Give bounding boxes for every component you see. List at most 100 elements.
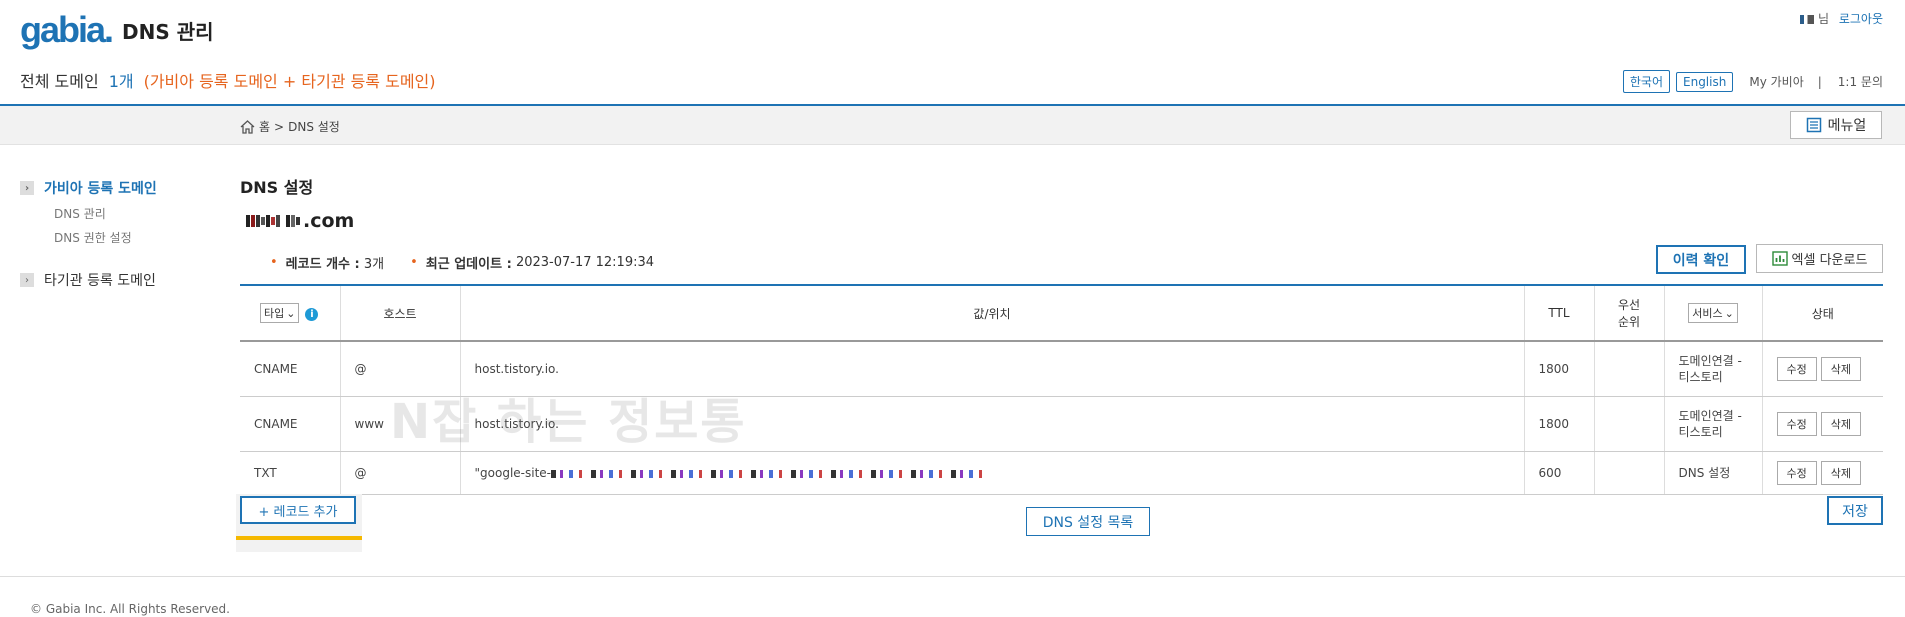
service-filter-select[interactable]: 서비스 ⌄ bbox=[1688, 303, 1738, 323]
cell-status: 수정 삭제 bbox=[1761, 396, 1883, 452]
cell-service: 도메인연결 - 티스토리 bbox=[1663, 396, 1762, 452]
record-count-label: 레코드 개수 : bbox=[285, 257, 360, 272]
cell-ttl: 1800 bbox=[1523, 396, 1594, 452]
cell-type: CNAME bbox=[240, 396, 340, 452]
link-divider: | bbox=[1817, 74, 1822, 89]
service-line1: 도메인연결 - bbox=[1678, 409, 1742, 423]
record-meta: • 레코드 개수 : 3개 • 최근 업데이트 : 2023-07-17 12:… bbox=[270, 253, 654, 272]
delete-button[interactable]: 삭제 bbox=[1820, 412, 1861, 436]
excel-download-button[interactable]: 엑셀 다운로드 bbox=[1756, 244, 1883, 273]
highlight-underline bbox=[236, 536, 362, 540]
txt-value-prefix: "google-site- bbox=[474, 466, 552, 480]
header-value: 값/위치 bbox=[459, 284, 1524, 342]
service-line1: 도메인연결 - bbox=[1678, 354, 1742, 368]
breadcrumb: 홈 > DNS 설정 bbox=[240, 118, 340, 135]
redacted-value bbox=[551, 469, 991, 478]
user-area: 님 로그아웃 bbox=[1800, 10, 1883, 27]
chevron-right-icon: › bbox=[20, 273, 34, 287]
cell-service: DNS 설정 bbox=[1663, 451, 1762, 495]
dns-list-button[interactable]: DNS 설정 목록 bbox=[1026, 507, 1150, 536]
last-update-label: 최근 업데이트 : bbox=[425, 257, 512, 272]
edit-button[interactable]: 수정 bbox=[1776, 461, 1817, 485]
add-record-button[interactable]: + 레코드 추가 bbox=[240, 496, 356, 524]
breadcrumb-current: DNS 설정 bbox=[288, 120, 340, 134]
header-priority: 우선순위 bbox=[1593, 284, 1664, 342]
chevron-down-icon: ⌄ bbox=[1724, 306, 1734, 320]
cell-status: 수정 삭제 bbox=[1761, 341, 1883, 397]
table-row[interactable]: TXT @ "google-site- 600 DNS 설정 수정 삭제 bbox=[240, 451, 1883, 495]
type-filter-label: 타입 bbox=[264, 307, 285, 320]
sidebar-item-label: 타기관 등록 도메인 bbox=[44, 273, 156, 289]
my-gabia-link[interactable]: My 가비아 bbox=[1749, 73, 1803, 90]
header-host: 호스트 bbox=[339, 284, 460, 342]
inquiry-link[interactable]: 1:1 문의 bbox=[1838, 73, 1883, 90]
manual-label: 메뉴얼 bbox=[1827, 118, 1867, 134]
summary-count[interactable]: 1개 bbox=[109, 72, 134, 91]
gabia-logo[interactable]: gabia. bbox=[20, 10, 114, 50]
chevron-down-icon: ⌄ bbox=[286, 306, 296, 320]
home-icon[interactable] bbox=[240, 119, 255, 134]
cell-type: TXT bbox=[240, 451, 340, 495]
edit-button[interactable]: 수정 bbox=[1776, 357, 1817, 381]
priority-line2: 순위 bbox=[1617, 315, 1641, 329]
last-update: 2023-07-17 12:19:34 bbox=[515, 255, 655, 270]
bullet-icon: • bbox=[270, 255, 278, 270]
sidebar-item-gabia-domains[interactable]: › 가비아 등록 도메인 bbox=[20, 178, 157, 198]
user-suffix: 님 bbox=[1817, 12, 1829, 26]
lang-korean-button[interactable]: 한국어 bbox=[1622, 70, 1670, 93]
document-icon bbox=[1806, 117, 1821, 133]
footer-copyright: © Gabia Inc. All Rights Reserved. bbox=[30, 602, 230, 616]
sidebar-item-other-domains[interactable]: › 타기관 등록 도메인 bbox=[20, 270, 156, 290]
header-ttl: TTL bbox=[1523, 284, 1594, 342]
domain-suffix: .com bbox=[303, 210, 355, 232]
priority-line1: 우선 bbox=[1617, 298, 1641, 312]
excel-icon bbox=[1771, 251, 1788, 266]
table-header-row: 타입 ⌄ i 호스트 값/위치 TTL 우선 순위 서비스 ⌄ 상태 bbox=[240, 284, 1883, 342]
cell-status: 수정 삭제 bbox=[1761, 451, 1883, 495]
lang-english-button[interactable]: English bbox=[1676, 71, 1734, 92]
sidebar-item-label: 가비아 등록 도메인 bbox=[44, 181, 157, 197]
service-filter-label: 서비스 bbox=[1692, 307, 1723, 320]
edit-button[interactable]: 수정 bbox=[1776, 412, 1817, 436]
chevron-right-icon: › bbox=[20, 181, 34, 195]
logout-link[interactable]: 로그아웃 bbox=[1839, 12, 1883, 26]
save-button[interactable]: 저장 bbox=[1827, 496, 1883, 525]
bullet-icon: • bbox=[410, 255, 418, 270]
footer-divider bbox=[0, 576, 1905, 577]
manual-button[interactable]: 메뉴얼 bbox=[1790, 111, 1882, 139]
summary-label: 전체 도메인 bbox=[20, 72, 99, 91]
top-links: 한국어 English My 가비아 | 1:1 문의 bbox=[1617, 70, 1883, 93]
cell-priority bbox=[1593, 341, 1664, 397]
cell-priority bbox=[1593, 396, 1664, 452]
type-filter-select[interactable]: 타입 ⌄ bbox=[260, 303, 300, 323]
cell-ttl: 1800 bbox=[1523, 341, 1594, 397]
record-count: 3개 bbox=[363, 257, 385, 272]
cell-priority bbox=[1593, 451, 1664, 495]
domain-summary: 전체 도메인 1개 (가비아 등록 도메인 + 타기관 등록 도메인) bbox=[20, 68, 436, 92]
cell-ttl: 600 bbox=[1523, 451, 1594, 495]
watermark: N잡 하는 정보통 bbox=[390, 394, 747, 450]
app-title: DNS 관리 bbox=[122, 20, 214, 44]
delete-button[interactable]: 삭제 bbox=[1820, 357, 1861, 381]
service-line2: 티스토리 bbox=[1678, 370, 1723, 384]
cell-service: 도메인연결 - 티스토리 bbox=[1663, 341, 1762, 397]
breadcrumb-home[interactable]: 홈 bbox=[259, 118, 270, 135]
redacted-domain bbox=[246, 215, 301, 227]
info-icon[interactable]: i bbox=[305, 308, 319, 321]
history-button[interactable]: 이력 확인 bbox=[1656, 245, 1746, 274]
cell-value: "google-site- bbox=[459, 451, 1524, 495]
cell-type: CNAME bbox=[240, 341, 340, 397]
domain-name: .com bbox=[246, 210, 354, 232]
service-line2: 티스토리 bbox=[1678, 425, 1723, 439]
sidebar-subitem-dns-manage[interactable]: DNS 관리 bbox=[54, 205, 106, 222]
page-title: DNS 설정 bbox=[240, 178, 314, 197]
header-type: 타입 ⌄ i bbox=[240, 284, 340, 342]
delete-button[interactable]: 삭제 bbox=[1820, 461, 1861, 485]
excel-download-label: 엑셀 다운로드 bbox=[1791, 253, 1868, 268]
breadcrumb-separator: > bbox=[274, 119, 285, 134]
sidebar-subitem-dns-permission[interactable]: DNS 권한 설정 bbox=[54, 229, 132, 246]
user-avatar-icon bbox=[1800, 15, 1815, 24]
service-line1: DNS 설정 bbox=[1678, 466, 1731, 480]
header-service: 서비스 ⌄ bbox=[1663, 284, 1762, 342]
cell-host: @ bbox=[339, 451, 460, 495]
